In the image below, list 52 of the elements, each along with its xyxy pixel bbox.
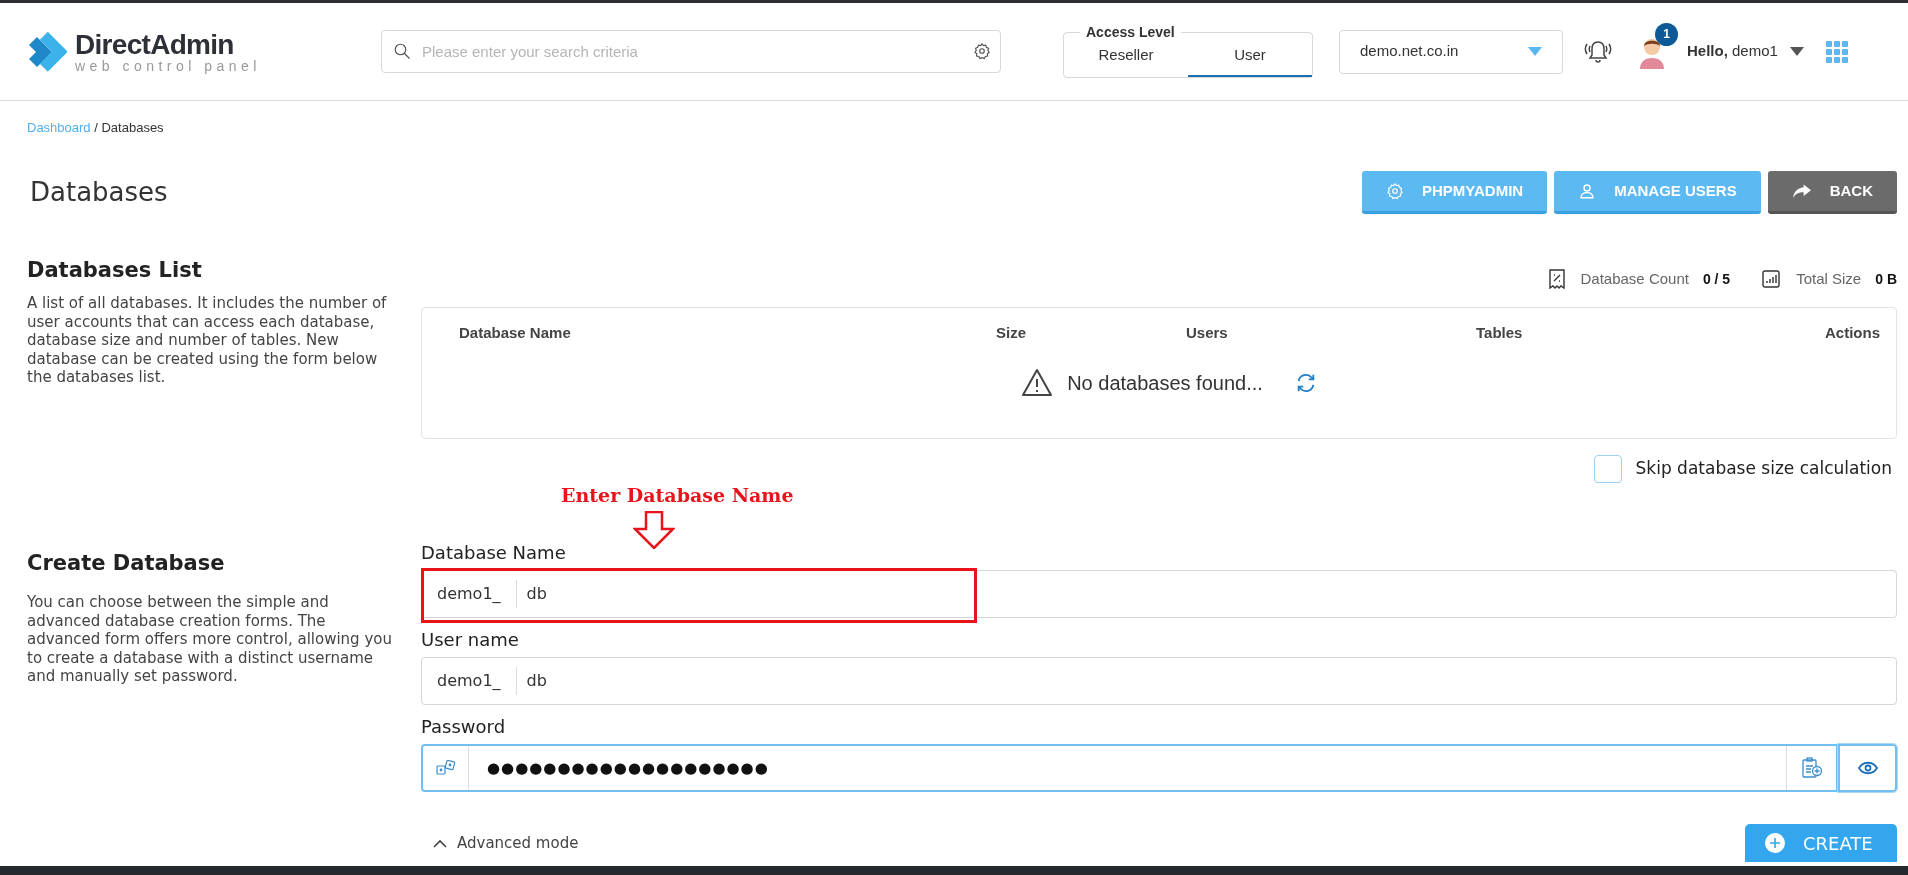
stat-value: 0 / 5	[1702, 269, 1731, 289]
section-description: A list of all databases. It includes the number of user accounts that can access each database, database size and number of tables. New database can be created using the form below the databases list.	[27, 294, 388, 387]
search-icon	[393, 42, 411, 60]
dice-icon[interactable]	[435, 760, 456, 776]
field-label: Database Name	[421, 541, 567, 565]
action-button[interactable]: BACK	[1767, 171, 1897, 214]
apps-grid-icon[interactable]	[1825, 40, 1848, 63]
stat-value: 0 B	[1875, 269, 1897, 289]
caret-icon	[1528, 47, 1542, 56]
domain-dropdown[interactable]: demo.net.co.in	[1339, 29, 1563, 74]
password-field[interactable]: ●●●●●●●●●●●●●●●●●●●●	[421, 744, 1838, 792]
stat-label: Total Size	[1796, 268, 1862, 289]
eye-icon	[1857, 761, 1878, 775]
field-label: Password	[421, 715, 507, 739]
text-field[interactable]: demo1_ db	[421, 657, 1897, 705]
show-password-button[interactable]	[1838, 744, 1897, 792]
empty-message: No databases found...	[1067, 371, 1263, 396]
checkbox-label: Skip database size calculation	[1635, 457, 1892, 481]
chevron-up-icon	[433, 838, 447, 848]
section-description: You can choose between the simple and advanced database creation forms. The advanced form offers more control, allowing you to create a database with a distinct username and manually set password.	[27, 593, 393, 686]
access-level-tab[interactable]: Reseller	[1064, 40, 1188, 77]
breadcrumb-current: / Databases	[94, 120, 164, 135]
checkbox[interactable]	[1593, 455, 1622, 483]
section-heading: Databases List	[27, 257, 203, 284]
receipt-percent-icon	[1548, 269, 1565, 289]
section-heading: Create Database	[27, 550, 226, 577]
user-greeting[interactable]: Hello, demo1	[1687, 40, 1778, 63]
clipboard-plus-icon[interactable]	[1800, 757, 1823, 779]
access-level-tab[interactable]: User	[1188, 40, 1312, 77]
warning-icon	[1021, 368, 1054, 398]
column-header: Tables	[1476, 322, 1524, 343]
plus-circle-icon	[1765, 833, 1785, 853]
settings-icon	[1386, 182, 1404, 200]
logo-tagline: web control panel	[75, 58, 261, 73]
caret-icon[interactable]	[1789, 47, 1804, 56]
advanced-mode-toggle[interactable]: Advanced mode	[433, 832, 579, 855]
share-arrow-icon	[1791, 182, 1812, 200]
column-header: Size	[996, 322, 1027, 343]
search-field[interactable]: Please enter your search criteria	[381, 30, 1001, 73]
column-header: Database Name	[459, 322, 572, 343]
notification-badge: 1	[1655, 22, 1678, 46]
bar-chart-icon	[1762, 270, 1781, 288]
user-icon	[1578, 182, 1597, 200]
settings-icon	[973, 42, 991, 60]
column-header: Actions	[1824, 322, 1880, 343]
field-label: User name	[421, 628, 520, 652]
annotation-label: Enter Database Name	[561, 483, 794, 508]
down-arrow-icon	[633, 511, 675, 549]
stat-label: Database Count	[1580, 268, 1689, 289]
page-title: Databases	[30, 176, 168, 209]
column-header: Users	[1186, 322, 1229, 343]
logo-name: DirectAdmin	[75, 30, 235, 59]
